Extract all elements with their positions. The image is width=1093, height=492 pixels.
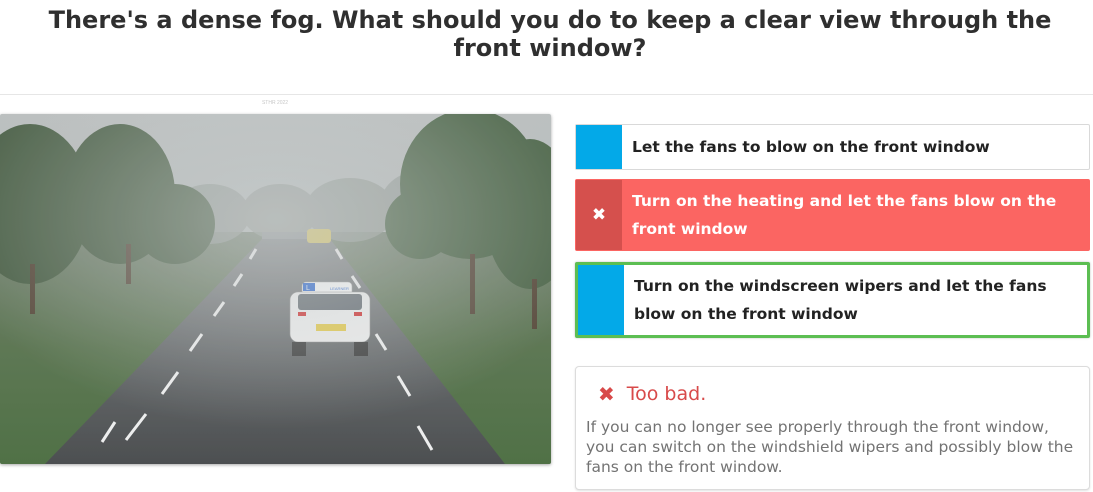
wrong-answer-x-icon: ✖ [576,180,622,250]
answer-label-1: Let the fans to blow on the front window [632,138,990,156]
feedback-header: ✖ Too bad. [586,379,1079,409]
answer-label-2: Turn on the heating and let the fans blo… [632,192,1057,238]
fog-road-illustration: L LEARNER [0,114,551,464]
feedback-body: If you can no longer see properly throug… [586,418,1074,476]
answer-marker-3 [578,265,624,335]
feedback-title: Too bad. [626,383,707,405]
answer-option-3[interactable]: Turn on the windscreen wipers and let th… [575,262,1090,338]
scene-caption: STHR 2022 [261,100,289,106]
answer-option-2[interactable]: ✖ Turn on the heating and let the fans b… [575,179,1090,251]
fog-scene-image: L LEARNER [0,114,551,464]
question-title: There's a dense fog. What should you do … [48,6,1052,62]
answer-label-3: Turn on the windscreen wipers and let th… [634,277,1047,323]
header-divider [0,94,1093,95]
feedback-panel: ✖ Too bad. If you can no longer see prop… [575,366,1090,490]
feedback-x-icon: ✖ [598,382,615,406]
answer-option-1[interactable]: Let the fans to blow on the front window [575,124,1090,170]
answer-marker-1 [576,125,622,169]
